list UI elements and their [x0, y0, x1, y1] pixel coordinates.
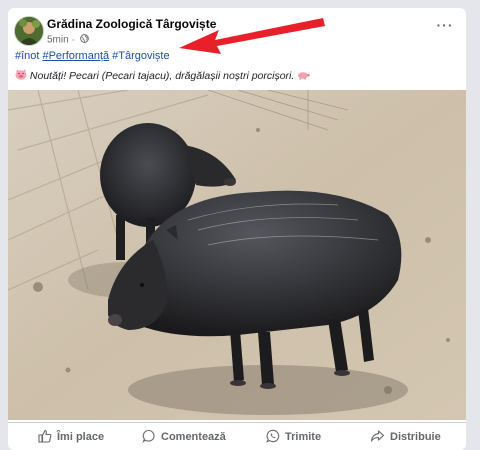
share-button[interactable]: Distribuie — [370, 427, 441, 447]
caption-species: Pecari — [69, 70, 99, 82]
caption-lead: Noutăți! — [29, 70, 67, 82]
share-label: Distribuie — [390, 431, 441, 443]
globe-icon — [79, 34, 89, 46]
caption-rest: (Pecari tajacu), drăgălașii noștri porci… — [98, 70, 295, 82]
hashtag-performanta[interactable]: #Performanță — [42, 50, 109, 62]
annotation-arrow-icon — [179, 18, 325, 54]
whatsapp-icon — [266, 429, 280, 446]
like-icon — [38, 429, 52, 446]
share-icon — [370, 429, 385, 446]
comment-label: Comentează — [161, 431, 226, 443]
peccary-photo[interactable] — [8, 90, 466, 420]
comment-button[interactable]: Comentează — [142, 427, 226, 447]
post-time[interactable]: 5min — [47, 35, 69, 46]
send-button[interactable]: Trimite — [266, 427, 321, 447]
hashtag-inot[interactable]: #înot — [15, 50, 39, 62]
pig-face-icon — [15, 69, 30, 82]
send-label: Trimite — [285, 431, 322, 443]
post-meta: 5min · — [47, 34, 89, 46]
hashtag-targoviste[interactable]: #Târgoviște — [112, 50, 169, 62]
comment-icon — [142, 429, 156, 446]
page-avatar[interactable] — [14, 16, 44, 46]
pig-icon — [297, 70, 310, 82]
hashtag-line: #înot #Performanță #Târgoviște — [15, 50, 173, 62]
like-label: Îmi place — [57, 431, 105, 443]
post-card: Grădina Zoologică Târgoviște 5min · ··· … — [8, 8, 466, 450]
more-options-icon[interactable]: ··· — [434, 18, 456, 36]
like-button[interactable]: Îmi place — [38, 427, 104, 447]
post-actions-bar: Îmi place Comentează Trimite Distribuie — [8, 422, 466, 450]
post-caption: Noutăți! Pecari (Pecari tajacu), drăgăla… — [15, 69, 310, 82]
